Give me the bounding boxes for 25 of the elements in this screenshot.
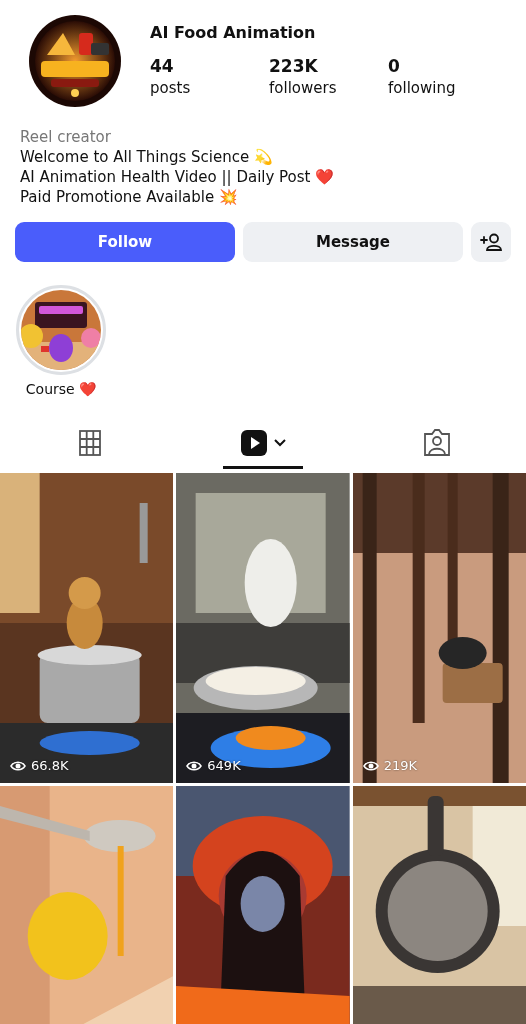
play-icon <box>240 428 286 457</box>
grid-icon <box>78 429 101 456</box>
category-label: Reel creator <box>20 127 112 147</box>
follow-button[interactable]: Follow <box>15 222 235 262</box>
stat-count: 44 <box>150 55 175 77</box>
message-button[interactable]: Message <box>243 222 463 262</box>
highlight-label: Course ❤ <box>25 381 97 397</box>
stat-count: 0 <box>388 55 401 77</box>
stat-label: followers <box>269 78 338 99</box>
view-count: 219K <box>383 758 417 773</box>
eye-icon <box>362 759 379 772</box>
stat-label: following <box>388 78 457 99</box>
profile-name: AI Food Animation <box>150 23 317 44</box>
stat-label: posts <box>150 78 192 99</box>
stat-count: 223K <box>269 55 319 77</box>
person-tag-icon <box>422 428 451 457</box>
bio-text: AI Animation Health Video || Daily Post ❤ <box>20 167 336 187</box>
add-person-icon <box>480 233 502 251</box>
bio-text: Paid Promotione Available 💥 <box>20 187 239 207</box>
eye-icon <box>10 759 26 772</box>
add-person-button[interactable] <box>471 222 511 262</box>
eye-icon <box>186 759 203 772</box>
bio-text: Welcome to All Things Science 💫 <box>20 147 274 167</box>
view-count: 66.8K <box>31 758 69 773</box>
view-count: 649K <box>207 758 241 773</box>
